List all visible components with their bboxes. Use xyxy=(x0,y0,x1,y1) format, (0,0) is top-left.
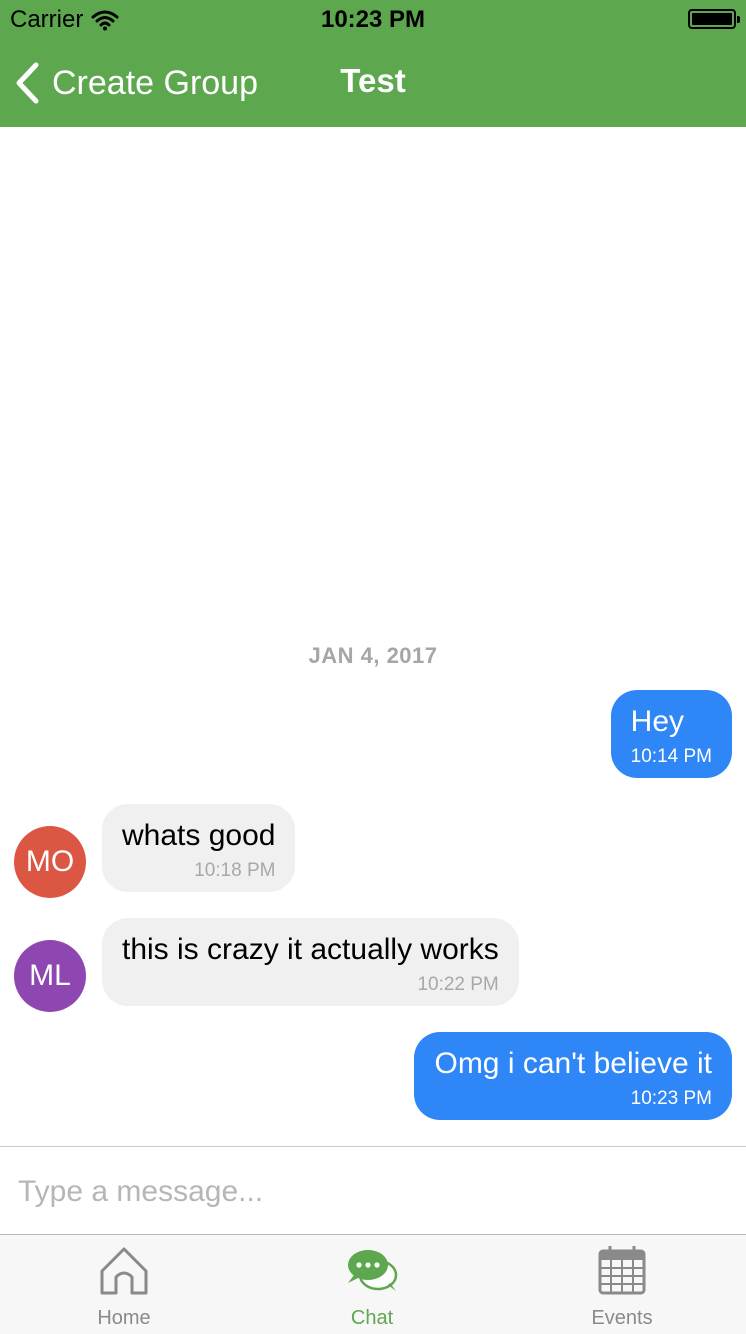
avatar-initials: ML xyxy=(29,959,71,992)
message-time: 10:22 PM xyxy=(417,974,499,995)
outgoing-message[interactable]: Omg i can't believe it 10:23 PM xyxy=(414,1032,732,1120)
message-text: Hey xyxy=(630,705,685,738)
tab-events[interactable]: Events xyxy=(498,1235,746,1334)
avatar[interactable]: MO xyxy=(14,826,86,898)
battery-icon xyxy=(688,9,740,29)
message-text: Omg i can't believe it xyxy=(434,1047,712,1080)
avatar-initials: MO xyxy=(25,845,75,878)
incoming-message[interactable]: whats good 10:18 PM xyxy=(102,804,296,892)
composer-bar xyxy=(0,1146,746,1234)
home-icon xyxy=(100,1247,148,1295)
tab-label: Chat xyxy=(350,1307,394,1329)
app-header: Carrier 10:23 PM Create Group Test xyxy=(0,0,746,127)
tab-home[interactable]: Home xyxy=(0,1235,248,1334)
outgoing-message[interactable]: Hey 10:14 PM xyxy=(610,690,732,778)
message-time: 10:23 PM xyxy=(630,1088,712,1109)
tab-label: Events xyxy=(591,1307,653,1329)
tab-bar: Home Chat Events xyxy=(0,1234,746,1334)
status-time: 10:23 PM xyxy=(320,6,426,33)
message-input[interactable] xyxy=(18,1167,718,1217)
incoming-message[interactable]: this is crazy it actually works 10:22 PM xyxy=(102,918,519,1006)
status-bar: Carrier 10:23 PM xyxy=(0,0,746,40)
avatar[interactable]: ML xyxy=(14,940,86,1012)
message-text: this is crazy it actually works xyxy=(122,933,499,966)
tab-chat[interactable]: Chat xyxy=(248,1235,496,1334)
message-text: whats good xyxy=(122,819,276,852)
calendar-icon xyxy=(598,1246,646,1295)
tab-label: Home xyxy=(97,1307,151,1329)
chat-icon xyxy=(348,1250,398,1291)
message-time: 10:14 PM xyxy=(630,746,712,767)
date-separator: JAN 4, 2017 xyxy=(308,643,438,668)
message-time: 10:18 PM xyxy=(194,860,276,881)
page-title: Test xyxy=(340,62,406,99)
